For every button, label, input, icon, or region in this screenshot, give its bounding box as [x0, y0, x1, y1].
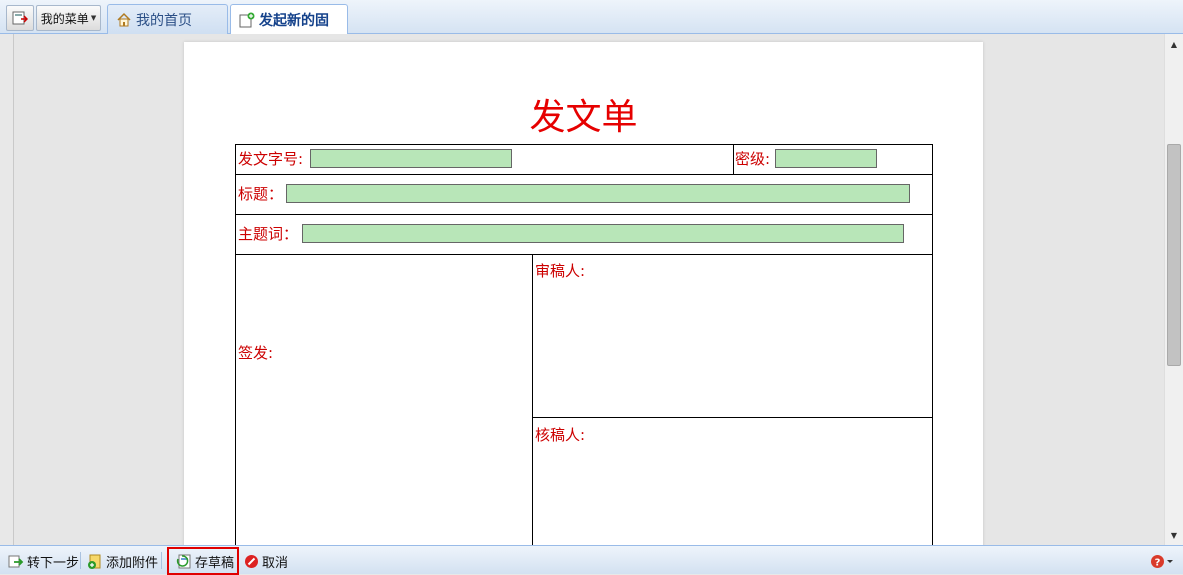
- save-draft-button[interactable]: 存草稿: [176, 550, 234, 572]
- document-title: 发文单: [529, 97, 638, 138]
- help-button[interactable]: ?: [1150, 550, 1174, 572]
- exit-button[interactable]: [6, 5, 34, 31]
- next-step-button[interactable]: 转下一步: [8, 550, 79, 572]
- tab-home-label: 我的首页: [136, 12, 192, 29]
- document-area: 发文单 发文字号: 密级: 标题： 主题词： 签发: 审稿人: 核稿人:: [14, 34, 1164, 545]
- keywords-input[interactable]: [302, 224, 904, 243]
- new-doc-icon: [239, 12, 255, 28]
- checker-label: 核稿人:: [535, 426, 586, 444]
- my-menu-label: 我的菜单: [40, 11, 89, 26]
- sign-area[interactable]: [236, 255, 532, 545]
- my-menu-button[interactable]: 我的菜单 ▼: [36, 5, 101, 31]
- document-paper: 发文单 发文字号: 密级: 标题： 主题词： 签发: 审稿人: 核稿人:: [184, 42, 983, 545]
- add-attachment-label: 添加附件: [106, 555, 159, 571]
- row-divider: [236, 214, 932, 215]
- tab-new-document[interactable]: 发起新的固: [230, 4, 348, 35]
- svg-text:?: ?: [1155, 557, 1161, 568]
- subject-input[interactable]: [286, 184, 910, 203]
- home-icon: [117, 12, 131, 27]
- cancel-button[interactable]: 取消: [244, 550, 288, 572]
- cancel-icon: [245, 554, 258, 568]
- dispatch-form: 发文字号: 密级: 标题： 主题词： 签发: 审稿人: 核稿人:: [235, 144, 933, 545]
- help-icon: ?: [1151, 554, 1173, 568]
- scrollbar-thumb[interactable]: [1167, 144, 1181, 366]
- secret-level-input[interactable]: [775, 149, 877, 168]
- tab-bar: 我的菜单 ▼ 我的首页 发起新的固: [0, 0, 1183, 35]
- vertical-scrollbar[interactable]: ▲ ▼: [1164, 34, 1183, 545]
- subject-label: 标题：: [238, 185, 284, 203]
- scroll-up-icon[interactable]: ▲: [1165, 36, 1183, 52]
- secret-level-label: 密级:: [735, 150, 771, 168]
- keywords-label: 主题词：: [238, 225, 299, 243]
- toolbar-separator: [161, 552, 162, 569]
- col-divider: [733, 145, 734, 174]
- exit-icon: [12, 11, 28, 25]
- doc-number-label: 发文字号:: [238, 150, 304, 168]
- next-step-label: 转下一步: [27, 555, 80, 571]
- reviewer-area[interactable]: [533, 281, 932, 416]
- row-divider: [236, 174, 932, 175]
- doc-number-input[interactable]: [310, 149, 512, 168]
- cancel-label: 取消: [262, 555, 289, 571]
- attachment-icon: [88, 554, 101, 569]
- checker-area[interactable]: [533, 445, 932, 545]
- toolbar-separator: [80, 552, 81, 569]
- chevron-down-icon: ▼: [90, 14, 97, 22]
- tab-new-document-label: 发起新的固: [259, 13, 329, 29]
- bottom-toolbar: 转下一步 添加附件 存草稿 取消 ?: [0, 545, 1183, 575]
- tab-home[interactable]: 我的首页: [107, 4, 228, 34]
- save-draft-label: 存草稿: [195, 555, 235, 571]
- row-divider: [532, 417, 932, 418]
- save-draft-icon: [176, 554, 191, 568]
- scroll-down-icon[interactable]: ▼: [1165, 527, 1183, 543]
- next-step-icon: [8, 555, 24, 568]
- add-attachment-button[interactable]: 添加附件: [87, 550, 158, 572]
- reviewer-label: 审稿人:: [535, 262, 586, 280]
